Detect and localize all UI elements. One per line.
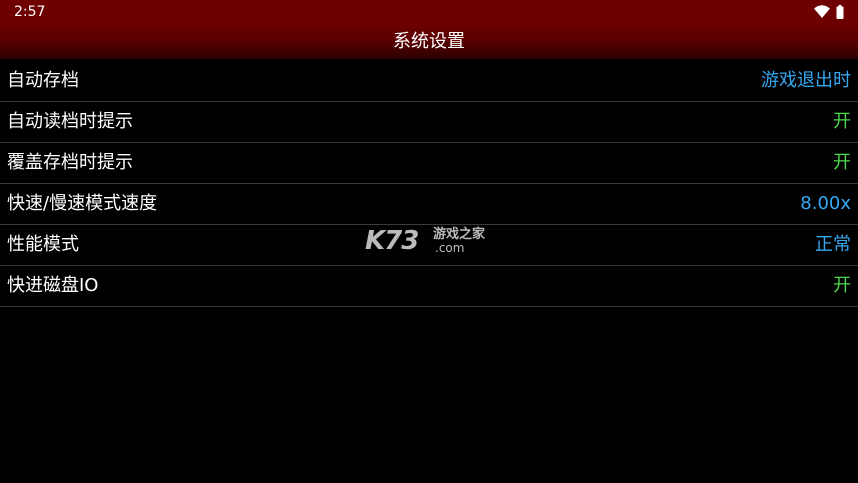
setting-label: 快进磁盘IO bbox=[7, 275, 99, 296]
status-icons bbox=[814, 4, 844, 20]
setting-value: 正常 bbox=[815, 234, 851, 255]
setting-row-fast-slow-speed[interactable]: 快速/慢速模式速度 8.00x bbox=[0, 184, 858, 225]
setting-label: 自动存档 bbox=[7, 69, 79, 91]
status-time: 2:57 bbox=[14, 4, 46, 20]
page-title: 系统设置 bbox=[393, 31, 465, 52]
setting-row-fast-forward-disk-io[interactable]: 快进磁盘IO 开 bbox=[0, 266, 858, 307]
wifi-icon bbox=[814, 5, 830, 19]
setting-row-auto-load-prompt[interactable]: 自动读档时提示 开 bbox=[0, 102, 858, 143]
setting-row-overwrite-save-prompt[interactable]: 覆盖存档时提示 开 bbox=[0, 143, 858, 184]
settings-screen: 2:57 系统设置 自动存档 游戏退出时 自动读档时提示 开 覆盖存档时提示 开… bbox=[0, 0, 858, 483]
watermark-domain: .com bbox=[435, 241, 465, 255]
watermark-logo: K73 游戏之家 .com bbox=[365, 226, 495, 258]
app-header: 2:57 系统设置 bbox=[0, 0, 858, 59]
watermark-brand: K73 bbox=[365, 226, 419, 256]
battery-icon bbox=[836, 5, 844, 19]
settings-list: 自动存档 游戏退出时 自动读档时提示 开 覆盖存档时提示 开 快速/慢速模式速度… bbox=[0, 60, 858, 307]
setting-value: 开 bbox=[833, 275, 851, 296]
setting-label: 自动读档时提示 bbox=[7, 111, 133, 132]
setting-value: 开 bbox=[833, 152, 851, 173]
setting-label: 覆盖存档时提示 bbox=[7, 152, 133, 173]
setting-label: 快速/慢速模式速度 bbox=[7, 193, 158, 214]
setting-value: 游戏退出时 bbox=[761, 69, 851, 91]
setting-row-auto-save[interactable]: 自动存档 游戏退出时 bbox=[0, 60, 858, 102]
setting-value: 8.00x bbox=[800, 193, 851, 214]
setting-label: 性能模式 bbox=[7, 234, 79, 255]
setting-value: 开 bbox=[833, 111, 851, 132]
